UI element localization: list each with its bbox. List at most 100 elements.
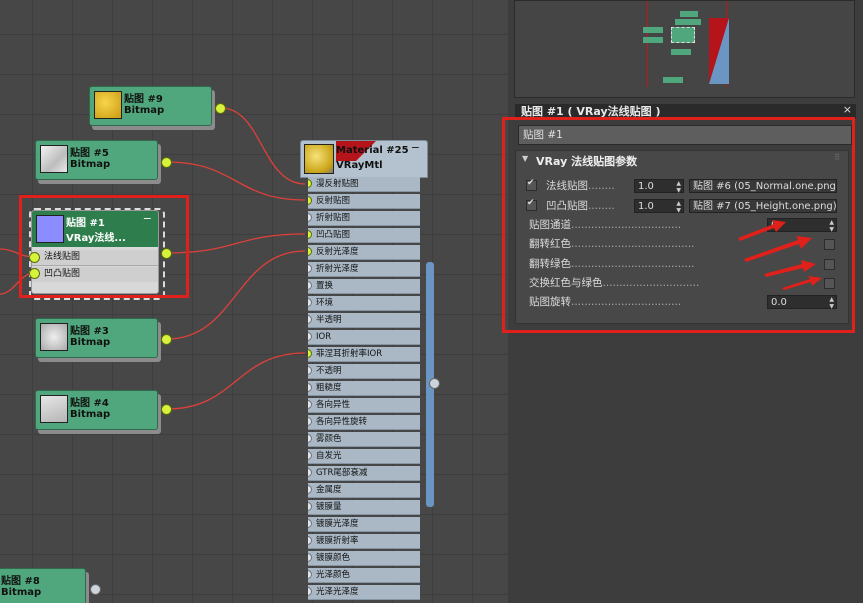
material-slot[interactable]: 各向异性	[308, 398, 420, 413]
material-slot[interactable]: 光泽颜色	[308, 568, 420, 583]
slot-input-port[interactable]	[308, 179, 312, 188]
material-slot[interactable]: 反射贴图	[308, 194, 420, 209]
node-map5[interactable]: 贴图 #5 Bitmap	[35, 140, 161, 184]
slot-input-port[interactable]	[308, 519, 312, 528]
slot-input-port[interactable]	[308, 383, 312, 392]
node-type: Bitmap	[70, 337, 111, 348]
node-map3[interactable]: 贴图 #3 Bitmap	[35, 318, 161, 362]
slot-input-port[interactable]	[308, 298, 312, 307]
material-slot[interactable]: 凹凸贴图	[308, 228, 420, 243]
slot-label: 半透明	[316, 315, 342, 325]
map3-output-port[interactable]	[161, 334, 172, 345]
slot-label: 镀膜折射率	[316, 536, 359, 546]
material-slot[interactable]: 折射光泽度	[308, 262, 420, 277]
material-slot[interactable]: 镀膜颜色	[308, 551, 420, 566]
map3-thumbnail	[40, 323, 68, 351]
material-slot[interactable]: 菲涅耳折射率IOR	[308, 347, 420, 362]
slot-input-port[interactable]	[308, 247, 312, 256]
slot-input-port[interactable]	[308, 451, 312, 460]
slot-label: 镀膜量	[316, 502, 342, 512]
slot-input-port[interactable]	[308, 400, 312, 409]
close-icon[interactable]: ×	[843, 103, 852, 116]
slot-input-port[interactable]	[308, 349, 312, 358]
wire-map4-fresnel	[166, 352, 306, 410]
slot-label: 不透明	[316, 366, 342, 376]
slot-input-port[interactable]	[308, 332, 312, 341]
node-map8[interactable]: 贴图 #8 Bitmap	[0, 568, 89, 603]
node-map9[interactable]: 贴图 #9 Bitmap	[89, 86, 215, 130]
slot-input-port[interactable]	[308, 366, 312, 375]
slot-label: 置换	[316, 281, 334, 291]
node-type: Bitmap	[70, 409, 111, 420]
slot-input-port[interactable]	[308, 213, 312, 222]
material-title: Material #25	[336, 145, 409, 156]
material-slot[interactable]: 镀膜光泽度	[308, 517, 420, 532]
slot-input-port[interactable]	[308, 434, 312, 443]
map5-output-port[interactable]	[161, 157, 172, 168]
map9-thumbnail	[94, 91, 122, 119]
material-slot[interactable]: 折射贴图	[308, 211, 420, 226]
material-slot[interactable]: 镀膜折射率	[308, 534, 420, 549]
slot-label: 镀膜光泽度	[316, 519, 359, 529]
slot-input-port[interactable]	[308, 315, 312, 324]
material-slot[interactable]: 粗糙度	[308, 381, 420, 396]
material-slot[interactable]: 反射光泽度	[308, 245, 420, 260]
material-slot[interactable]: 金属度	[308, 483, 420, 498]
slot-input-port[interactable]	[308, 417, 312, 426]
material-slot[interactable]: 环境	[308, 296, 420, 311]
map9-output-port[interactable]	[215, 103, 226, 114]
slot-input-port[interactable]	[308, 485, 312, 494]
material-slot[interactable]: 各向异性旋转	[308, 415, 420, 430]
highlight-node-map1	[19, 195, 189, 298]
slot-input-port[interactable]	[308, 264, 312, 273]
map5-thumbnail	[40, 145, 68, 173]
highlight-parameter-panel	[502, 117, 855, 333]
node-graph-canvas[interactable]: 贴图 #9 Bitmap 贴图 #5 Bitmap 贴图 #1 VRay法线..…	[0, 0, 508, 603]
wire-map9-diffuse	[220, 107, 306, 185]
slot-input-port[interactable]	[308, 570, 312, 579]
navigator-panel[interactable]	[514, 0, 855, 98]
node-title: 贴图 #9	[124, 94, 163, 105]
map4-thumbnail	[40, 395, 68, 423]
node-material-25[interactable]: Material #25 VRayMtl − 漫反射贴图反射贴图折射贴图凹凸贴图…	[300, 140, 428, 603]
material-slot[interactable]: 雾颜色	[308, 432, 420, 447]
material-slot[interactable]: 漫反射贴图	[308, 177, 420, 192]
material-slot[interactable]: 镀膜量	[308, 500, 420, 515]
slot-input-port[interactable]	[308, 502, 312, 511]
slot-input-port[interactable]	[308, 230, 312, 239]
material-slot[interactable]: 半透明	[308, 313, 420, 328]
slot-label: IOR	[316, 332, 332, 342]
slot-label: 菲涅耳折射率IOR	[316, 349, 383, 359]
material-slot[interactable]: 不透明	[308, 364, 420, 379]
material-output-port[interactable]	[429, 378, 440, 389]
slot-label: 雾颜色	[316, 434, 342, 444]
node-title: 贴图 #3	[70, 326, 109, 337]
slot-label: 环境	[316, 298, 334, 308]
map8-output-port[interactable]	[90, 584, 101, 595]
node-type: Bitmap	[1, 587, 42, 598]
material-slot[interactable]: 自发光	[308, 449, 420, 464]
material-slot[interactable]: 光泽光泽度	[308, 585, 420, 600]
slot-input-port[interactable]	[308, 536, 312, 545]
material-thumbnail	[304, 144, 334, 174]
slot-label: 折射光泽度	[316, 264, 359, 274]
material-slot[interactable]: GTR尾部衰减	[308, 466, 420, 481]
slot-label: 凹凸贴图	[316, 230, 351, 240]
node-type: Bitmap	[124, 105, 165, 116]
slot-label: 自发光	[316, 451, 342, 461]
node-map4[interactable]: 贴图 #4 Bitmap	[35, 390, 161, 434]
slot-input-port[interactable]	[308, 468, 312, 477]
material-slot[interactable]: 置换	[308, 279, 420, 294]
slot-input-port[interactable]	[308, 553, 312, 562]
material-type: VRayMtl	[336, 160, 383, 171]
slot-label: 光泽颜色	[316, 570, 351, 580]
material-slot[interactable]: IOR	[308, 330, 420, 345]
slot-label: GTR尾部衰减	[316, 468, 368, 478]
slot-label: 镀膜颜色	[316, 553, 351, 563]
slot-input-port[interactable]	[308, 196, 312, 205]
map4-output-port[interactable]	[161, 404, 172, 415]
slot-input-port[interactable]	[308, 281, 312, 290]
slot-input-port[interactable]	[308, 587, 312, 596]
slot-label: 漫反射贴图	[316, 179, 359, 189]
collapse-icon[interactable]: −	[411, 141, 420, 154]
